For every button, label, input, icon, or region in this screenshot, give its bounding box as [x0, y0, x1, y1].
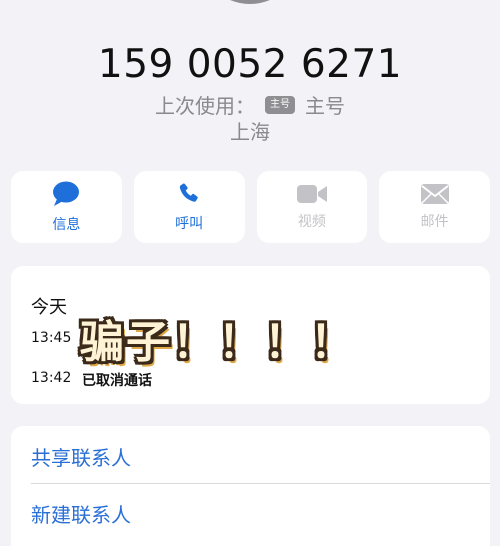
- contact-options-card: 共享联系人 新建联系人: [11, 426, 490, 546]
- call-status: 已取消通话: [82, 373, 152, 389]
- mail-icon: [420, 183, 450, 205]
- location-label: 上海: [230, 120, 270, 144]
- message-icon: [51, 180, 81, 208]
- last-used-label: 上次使用：: [155, 94, 255, 118]
- scammer-sticker-text: 骗子！！！！: [80, 317, 356, 368]
- phone-icon: [176, 181, 202, 207]
- call-time: 13:42: [31, 370, 72, 386]
- video-button[interactable]: 视频: [256, 171, 368, 243]
- mail-button[interactable]: 邮件: [379, 171, 490, 243]
- phone-number: 159 0052 6271: [97, 42, 403, 87]
- call-label: 呼叫: [175, 216, 204, 232]
- message-label: 信息: [52, 217, 81, 233]
- call-button[interactable]: 呼叫: [133, 171, 245, 243]
- new-contact-link[interactable]: 新建联系人: [31, 499, 131, 528]
- sim-tag-badge: 主号: [265, 95, 295, 114]
- divider: [31, 483, 490, 484]
- day-heading: 今天: [31, 297, 67, 318]
- sim-name: 主号: [305, 94, 345, 118]
- mail-label: 邮件: [420, 214, 449, 230]
- action-bar: 信息 呼叫 视频 邮件: [11, 171, 490, 243]
- call-time: 13:45: [31, 330, 72, 346]
- video-icon: [296, 183, 328, 205]
- video-label: 视频: [297, 214, 326, 230]
- share-contact-link[interactable]: 共享联系人: [31, 442, 131, 471]
- contact-avatar: [198, 0, 302, 4]
- last-used-line: 上次使用： 主号 主号: [0, 90, 500, 119]
- message-button[interactable]: 信息: [11, 171, 122, 243]
